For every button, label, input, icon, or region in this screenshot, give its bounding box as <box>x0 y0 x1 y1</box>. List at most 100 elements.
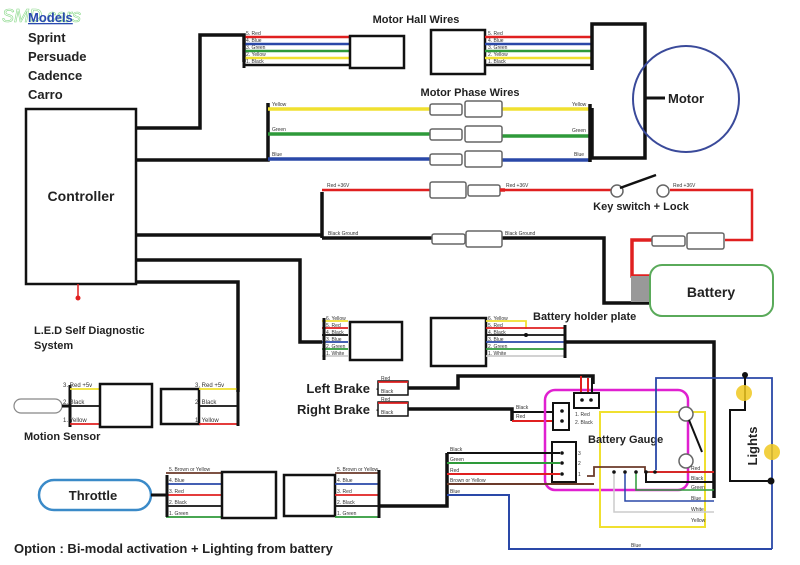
holder-wire-label: 3. Blue <box>326 337 342 343</box>
hall-wire-label: 1. Black <box>488 59 506 65</box>
phase-wire-label: Blue <box>574 152 584 158</box>
sensor-connector-right <box>159 387 201 426</box>
throttle-connector-right <box>282 473 337 518</box>
battery-holder-terminal <box>631 276 649 302</box>
holder-wire-label: 1. White <box>326 351 345 357</box>
battery-gauge-label: Battery Gauge <box>588 434 663 446</box>
hall-wire-label: 4. Blue <box>246 38 262 44</box>
hall-wire-label: 4. Blue <box>488 38 504 44</box>
hall-connector-left <box>348 34 406 70</box>
phase-wire-label: Yellow <box>272 102 287 108</box>
wire-label: Black Ground <box>505 231 536 237</box>
holder-wire-label: 2. Green <box>326 344 346 350</box>
sensor-wire-label: 3. Red +5v <box>195 383 224 389</box>
gauge-out-label: Black <box>691 476 704 482</box>
hall-wire-label: 5. Red <box>246 31 261 37</box>
motor-hall-wires-title: Motor Hall Wires <box>373 14 460 26</box>
holder-wire-label: 2. Green <box>488 344 508 350</box>
brake-wire-label: Black <box>381 410 394 416</box>
throttle-wire-label: 2. Black <box>169 500 187 506</box>
right-brake-wire <box>408 407 514 421</box>
phase-connector <box>429 103 463 116</box>
gauge-pin-label: 3 <box>578 451 581 457</box>
sensor-wire-label: 2. Black <box>63 400 85 406</box>
wire-label: Blue <box>631 543 641 549</box>
key-switch-label: Key switch + Lock <box>593 201 690 213</box>
power-connector <box>467 184 501 197</box>
sensor-trunk <box>136 280 240 392</box>
left-brake-label: Left Brake <box>306 381 370 396</box>
sensor-wire-label: 1. Yellow <box>63 418 87 424</box>
sensor-wire-label: 2. Black <box>195 400 217 406</box>
throttle-wire-label: 1. Green <box>169 511 189 517</box>
throttle-wire-label: 3. Red <box>169 489 184 495</box>
throttle-trunk <box>379 453 449 508</box>
led-diagnostic-label: L.E.D Self Diagnostic <box>34 325 145 337</box>
battery-holder-plate-label: Battery holder plate <box>533 311 636 323</box>
model-item: Carro <box>28 87 63 102</box>
throttle-label: Throttle <box>69 488 117 503</box>
phase-connector <box>429 128 463 141</box>
brake-out-label: Red <box>516 414 525 420</box>
wire-label: Red +36V <box>327 183 350 189</box>
gauge-out-label: Blue <box>691 496 701 502</box>
throttle-wire-label: 5. Brown or Yellow <box>169 467 211 473</box>
gauge-switch-contact <box>678 406 694 422</box>
battery-connector <box>686 232 725 250</box>
throttle-wire-label: 4. Blue <box>169 478 185 484</box>
hall-wire-label: 3. Green <box>246 45 266 51</box>
holder-wire-label: 6. Yellow <box>488 316 508 322</box>
battery-connector <box>651 235 686 247</box>
gauge-pin-label: 1. Red <box>575 412 590 418</box>
holder-connector-left <box>348 320 404 362</box>
throttle-wire-label: 5. Brown or Yellow <box>337 467 379 473</box>
throttle-out-label: Brown or Yellow <box>450 478 486 484</box>
battery-label: Battery <box>687 284 735 300</box>
holder-wire-label: 5. Red <box>326 323 341 329</box>
gauge-out-label: White <box>691 507 704 513</box>
phase-connector <box>464 100 503 118</box>
models-heading: Models <box>28 10 73 25</box>
key-switch-lever <box>619 173 657 190</box>
hall-trunk <box>136 33 246 130</box>
footer-option: Option : Bi-modal activation + Lighting … <box>14 541 334 556</box>
ground-connector <box>465 230 503 248</box>
holder-trunk <box>136 258 322 344</box>
gauge-switch-lever <box>688 419 703 453</box>
throttle-out-label: Red <box>450 468 459 474</box>
gauge-out-label: Yellow <box>691 518 706 524</box>
throttle-out-label: Green <box>450 457 464 463</box>
throttle-out-label: Blue <box>450 489 460 495</box>
red-battery-lead <box>630 238 652 278</box>
wire-label: Red +36V <box>506 183 529 189</box>
holder-wire-label: 4. Black <box>326 330 344 336</box>
holder-wire-label: 3. Blue <box>488 337 504 343</box>
holder-connector-right <box>429 316 488 368</box>
right-brake-label: Right Brake <box>297 402 370 417</box>
throttle-out-label: Black <box>450 447 463 453</box>
phase-wires <box>268 104 592 162</box>
hall-wire-label: 2. Yellow <box>246 52 266 58</box>
throttle-wire-label: 3. Red <box>337 489 352 495</box>
holder-wire-label: 4. Black <box>488 330 506 336</box>
phase-trunk <box>136 103 270 162</box>
motor-phase-wires-title: Motor Phase Wires <box>421 87 520 99</box>
led-diagnostic-label-2: System <box>34 340 73 352</box>
gauge-pin-label: 2. Black <box>575 420 593 426</box>
hall-connector-right <box>429 28 487 76</box>
motion-sensor-label: Motion Sensor <box>24 431 101 443</box>
model-item: Persuade <box>28 49 87 64</box>
gauge-out-label: Red <box>691 466 700 472</box>
bulb-icon <box>736 385 752 401</box>
ground-connector <box>431 233 466 245</box>
hall-wire-label: 5. Red <box>488 31 503 37</box>
red-36v-wire <box>322 188 754 242</box>
motor-bracket <box>590 22 647 160</box>
led-dot <box>75 295 81 301</box>
phase-wire-label: Yellow <box>572 102 587 108</box>
holder-wire-label: 5. Red <box>488 323 503 329</box>
gauge-brake-connector <box>552 402 570 431</box>
phase-connector <box>429 153 463 166</box>
brake-out-label: Black <box>516 405 529 411</box>
brake-wire-label: Red <box>381 397 390 403</box>
